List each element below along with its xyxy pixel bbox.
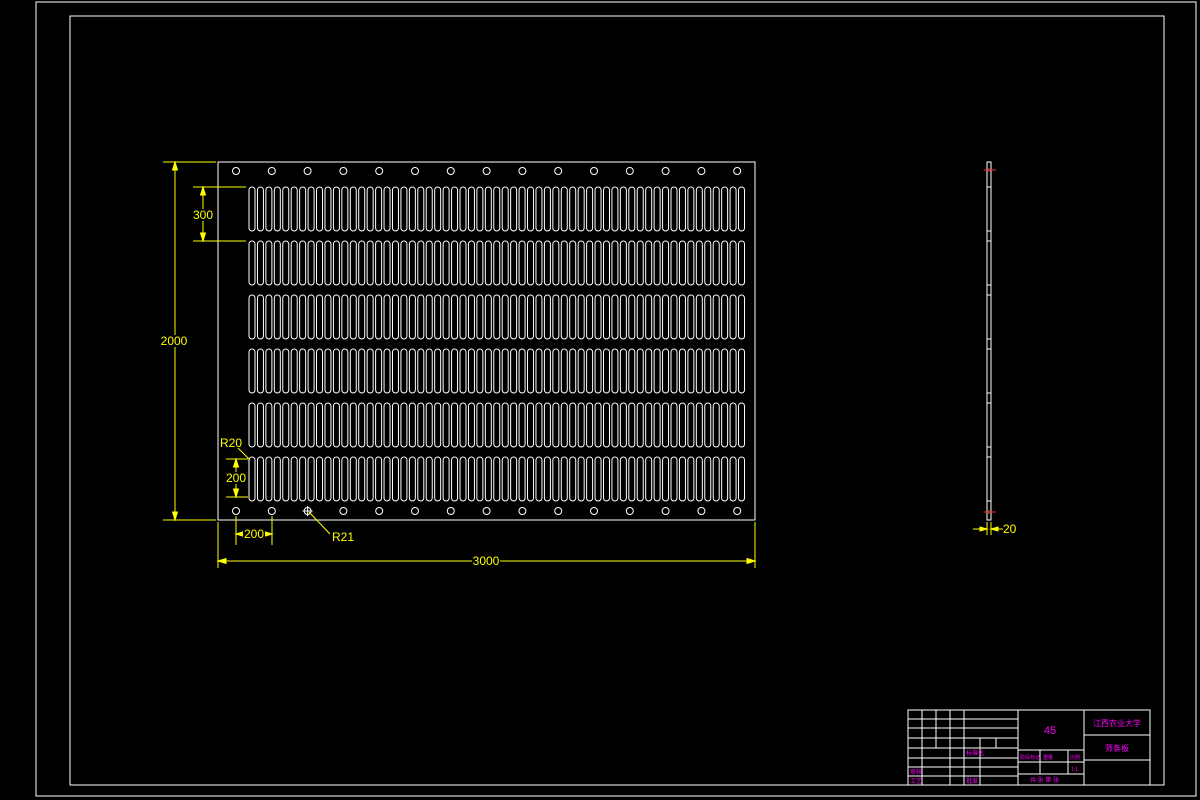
dim-row-pitch: 300 xyxy=(193,208,213,222)
weight-label: 重量 xyxy=(1043,754,1053,761)
scale-label: 比例 xyxy=(1070,754,1080,761)
stage-label: 阶段标记 xyxy=(1020,754,1040,761)
part-name: 筛条板 xyxy=(1105,743,1129,753)
process-label: 工艺 xyxy=(910,777,922,785)
sheet-count: 共 张 第 张 xyxy=(1030,776,1059,784)
dim-thickness: 20 xyxy=(1003,522,1017,536)
scale-value: 1:1 xyxy=(1071,767,1078,773)
dim-slot-length: 200 xyxy=(226,471,246,485)
dim-total-height: 2000 xyxy=(161,334,188,348)
standardize-label: 标准化 xyxy=(966,749,984,757)
dim-slot-radius: R20 xyxy=(220,436,242,450)
university-name: 江西农业大学 xyxy=(1093,718,1141,728)
dim-total-width: 3000 xyxy=(473,554,500,568)
dim-hole-pitch: 200 xyxy=(244,527,264,541)
dim-hole-radius: R21 xyxy=(332,530,354,544)
material-label: 45 xyxy=(1044,725,1056,737)
review-label: 审核 xyxy=(910,768,922,776)
approve-label: 批准 xyxy=(966,777,978,785)
cad-drawing: 2000 300 200 R20 200 R21 3000 20 45 江西农业… xyxy=(0,0,1200,800)
